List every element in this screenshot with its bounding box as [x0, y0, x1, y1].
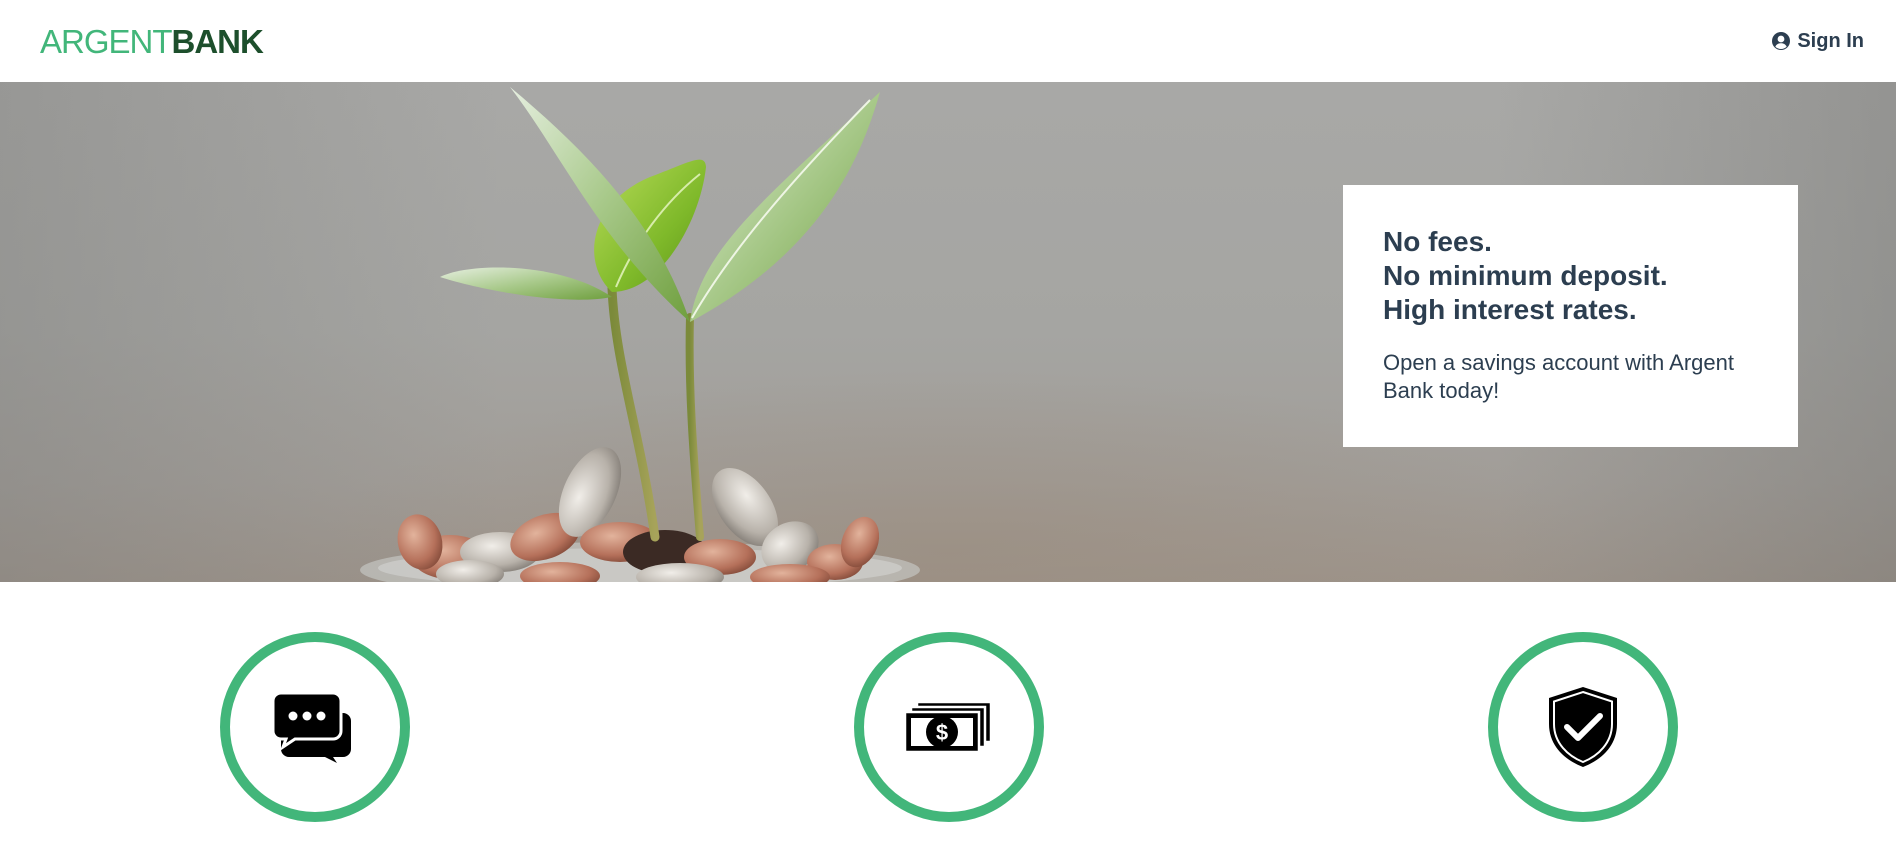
promo-subtitle-no-fees: No fees. [1383, 226, 1492, 257]
svg-text:$: $ [936, 720, 948, 745]
main-nav: ARGENT BANK Sign In [0, 0, 1896, 82]
promo-subtitle-high-interest: High interest rates. [1383, 294, 1637, 325]
sign-in-link[interactable]: Sign In [1771, 30, 1864, 53]
argent-bank-logo[interactable]: ARGENT BANK [40, 22, 264, 60]
promo-text: Open a savings account with Argent Bank … [1383, 350, 1734, 403]
promo-card: No fees. No minimum deposit. High intere… [1343, 185, 1798, 447]
user-circle-icon [1771, 31, 1791, 51]
features-section: $ [0, 582, 1896, 841]
sign-in-label: Sign In [1797, 29, 1864, 52]
logo-text-argent: ARGENT [40, 22, 173, 60]
promo-subtitle-no-minimum-deposit: No minimum deposit. [1383, 260, 1668, 291]
logo-text-bank: BANK [171, 22, 264, 60]
hero-banner: No fees. No minimum deposit. High intere… [0, 82, 1896, 582]
money-icon: $ [854, 632, 1044, 822]
security-shield-icon [1488, 632, 1678, 822]
chat-icon [220, 632, 410, 822]
